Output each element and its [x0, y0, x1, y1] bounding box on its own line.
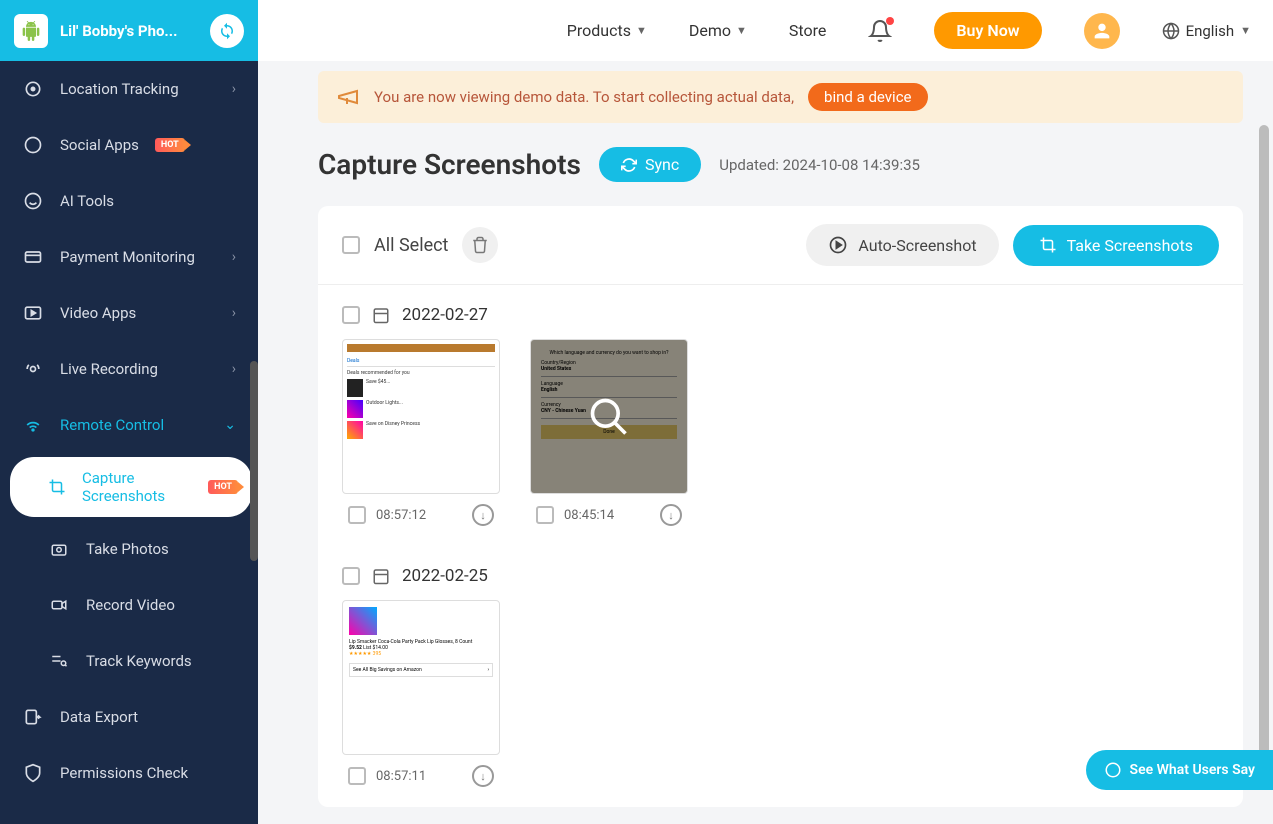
buy-now-button[interactable]: Buy Now	[934, 12, 1041, 49]
sidebar-item-capture[interactable]: Capture Screenshots HOT	[10, 457, 252, 517]
export-icon	[22, 706, 44, 728]
megaphone-icon	[336, 85, 360, 109]
download-icon[interactable]: ↓	[472, 504, 494, 526]
search-list-icon	[48, 650, 70, 672]
chevron-right-icon: ›	[232, 361, 236, 377]
crop-icon	[48, 476, 66, 498]
notifications-icon[interactable]	[868, 19, 892, 43]
notification-dot	[886, 17, 894, 25]
delete-button[interactable]	[462, 227, 498, 263]
android-icon	[14, 14, 48, 48]
chat-icon	[22, 134, 44, 156]
broadcast-icon	[22, 358, 44, 380]
updated-text: Updated: 2024-10-08 14:39:35	[719, 156, 920, 174]
chat-widget[interactable]: See What Users Say	[1086, 750, 1273, 790]
screenshot-card[interactable]: Deals Deals recommended for you Save $45…	[342, 339, 500, 536]
magnify-icon	[587, 395, 631, 439]
date-label: 2022-02-25	[402, 566, 488, 586]
screenshot-time: 08:57:11	[376, 769, 426, 784]
date-checkbox[interactable]	[342, 306, 360, 324]
sidebar-item-keywords[interactable]: Track Keywords	[0, 633, 258, 689]
sidebar-item-payment[interactable]: Payment Monitoring›	[0, 229, 258, 285]
shield-icon	[22, 762, 44, 784]
chevron-down-icon: ▼	[1240, 24, 1251, 37]
select-all-checkbox[interactable]	[342, 236, 360, 254]
sidebar-item-photos[interactable]: Take Photos	[0, 521, 258, 577]
chevron-right-icon: ›	[232, 305, 236, 321]
chevron-down-icon: ▼	[736, 24, 747, 37]
refresh-icon	[621, 157, 637, 173]
chevron-right-icon: ›	[232, 81, 236, 97]
sidebar-scrollbar[interactable]	[250, 361, 258, 561]
chevron-right-icon: ›	[232, 249, 236, 265]
language-selector[interactable]: English ▼	[1162, 22, 1251, 40]
crop-icon	[1039, 236, 1057, 254]
camera-icon	[48, 538, 70, 560]
demo-alert: You are now viewing demo data. To start …	[318, 71, 1243, 123]
date-label: 2022-02-27	[402, 305, 488, 325]
ai-icon	[22, 190, 44, 212]
take-screenshots-button[interactable]: Take Screenshots	[1013, 225, 1219, 266]
select-all-label: All Select	[374, 235, 448, 256]
auto-icon	[828, 235, 848, 255]
screenshot-time: 08:57:12	[376, 508, 426, 523]
camcorder-icon	[48, 594, 70, 616]
screenshot-thumbnail[interactable]: Lip Smacker Coca-Cola Party Pack Lip Glo…	[342, 600, 500, 755]
item-checkbox[interactable]	[536, 506, 554, 524]
device-badge[interactable]: Lil' Bobby's Pho...	[0, 0, 258, 61]
sidebar-item-video[interactable]: Video Apps›	[0, 285, 258, 341]
sidebar-item-ai[interactable]: AI Tools	[0, 173, 258, 229]
screenshot-thumbnail[interactable]: Which language and currency do you want …	[530, 339, 688, 494]
nav-demo[interactable]: Demo▼	[689, 21, 747, 40]
target-icon	[22, 78, 44, 100]
hot-badge: HOT	[155, 138, 185, 152]
download-icon[interactable]: ↓	[472, 765, 494, 787]
avatar[interactable]	[1084, 13, 1120, 49]
item-checkbox[interactable]	[348, 767, 366, 785]
screenshot-card[interactable]: Lip Smacker Coca-Cola Party Pack Lip Glo…	[342, 600, 500, 797]
wifi-icon	[22, 414, 44, 436]
calendar-icon	[372, 567, 390, 585]
content: You are now viewing demo data. To start …	[258, 61, 1273, 824]
nav-products[interactable]: Products▼	[567, 21, 647, 40]
switch-device-icon[interactable]	[210, 14, 244, 48]
calendar-icon	[372, 306, 390, 324]
sidebar-item-remote[interactable]: Remote Control⌄	[0, 397, 258, 453]
hot-badge: HOT	[208, 480, 238, 494]
chevron-down-icon: ⌄	[224, 417, 236, 433]
sidebar-item-record-video[interactable]: Record Video	[0, 577, 258, 633]
date-checkbox[interactable]	[342, 567, 360, 585]
screenshot-thumbnail[interactable]: Deals Deals recommended for you Save $45…	[342, 339, 500, 494]
screenshot-time: 08:45:14	[564, 508, 614, 523]
sidebar-item-social[interactable]: Social Apps HOT	[0, 117, 258, 173]
screenshot-card[interactable]: Which language and currency do you want …	[530, 339, 688, 536]
sync-button[interactable]: Sync	[599, 147, 701, 182]
chevron-down-icon: ▼	[636, 24, 647, 37]
sidebar-item-permissions[interactable]: Permissions Check	[0, 745, 258, 801]
sidebar: Location Tracking› Social Apps HOT AI To…	[0, 61, 258, 824]
trash-icon	[471, 236, 489, 254]
page-title: Capture Screenshots	[318, 148, 581, 181]
sidebar-item-location[interactable]: Location Tracking›	[0, 61, 258, 117]
content-scrollbar[interactable]	[1259, 125, 1269, 765]
sidebar-item-export[interactable]: Data Export	[0, 689, 258, 745]
chat-icon	[1104, 761, 1122, 779]
nav-store[interactable]: Store	[789, 21, 826, 40]
video-icon	[22, 302, 44, 324]
item-checkbox[interactable]	[348, 506, 366, 524]
download-icon[interactable]: ↓	[660, 504, 682, 526]
bind-device-button[interactable]: bind a device	[808, 83, 927, 111]
device-name: Lil' Bobby's Pho...	[60, 22, 198, 40]
sidebar-item-recording[interactable]: Live Recording›	[0, 341, 258, 397]
card-icon	[22, 246, 44, 268]
auto-screenshot-button[interactable]: Auto-Screenshot	[806, 224, 998, 266]
